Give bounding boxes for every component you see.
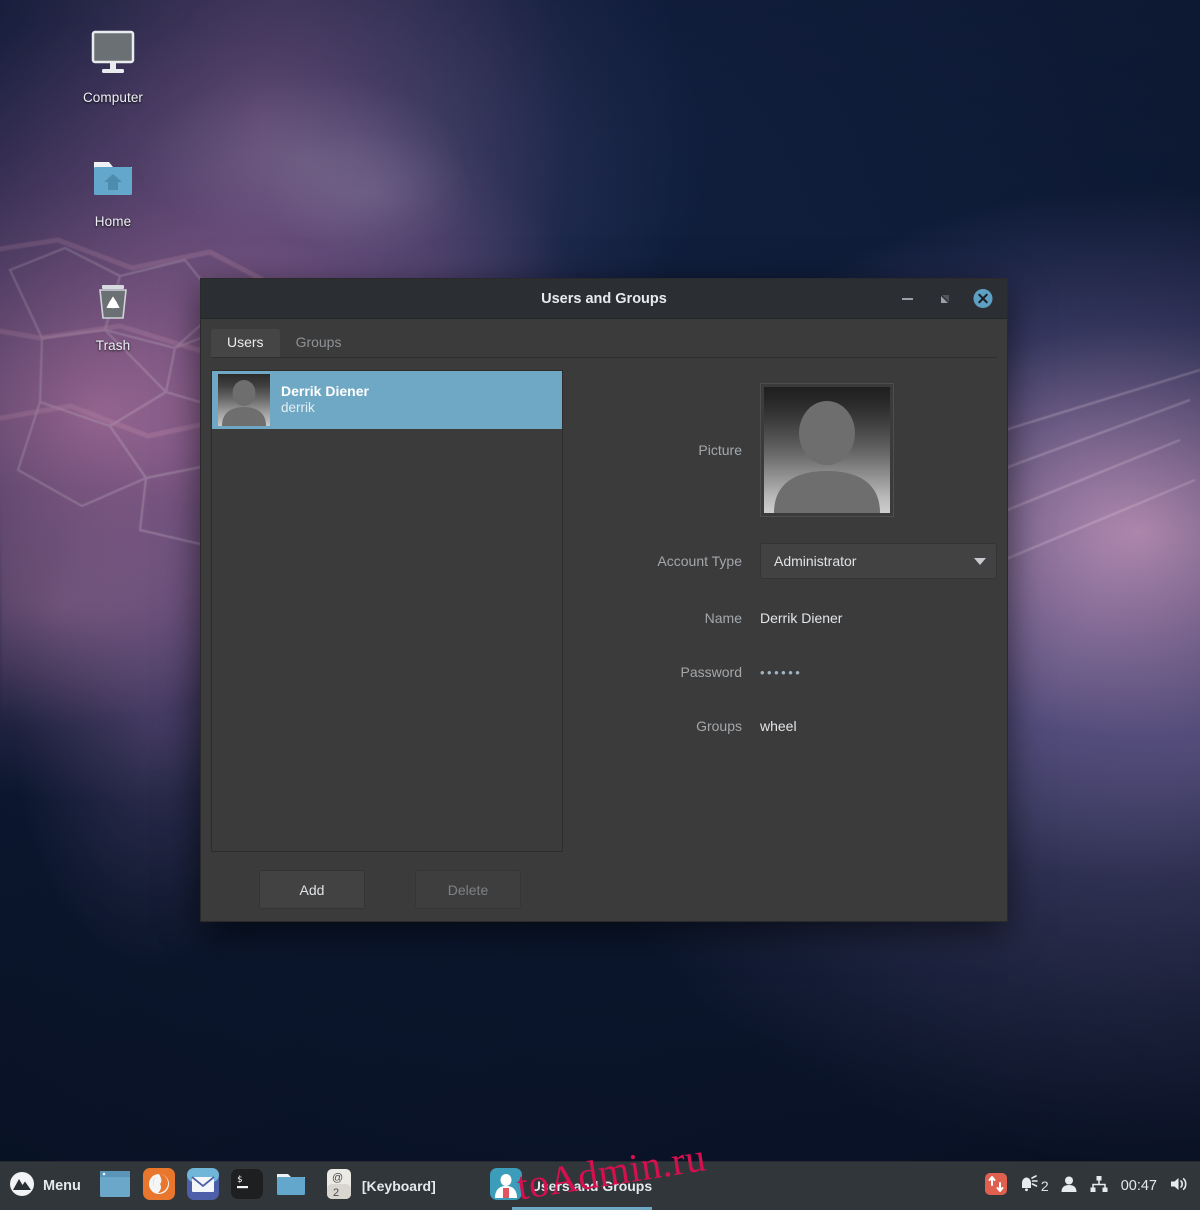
tab-bar: Users Groups [211, 328, 997, 357]
window-controls [897, 289, 1007, 309]
svg-text:@: @ [332, 1172, 343, 1184]
user-avatar-large [764, 387, 890, 513]
user-account-icon [1059, 1174, 1079, 1199]
launcher-firefox[interactable] [137, 1162, 181, 1210]
users-and-groups-icon [490, 1168, 522, 1205]
avatar [218, 374, 270, 426]
groups-value[interactable]: wheel [760, 718, 797, 734]
password-row: Password •••••• [587, 646, 997, 698]
tray-volume[interactable] [1169, 1174, 1189, 1199]
list-action-buttons: Add Delete [211, 852, 563, 911]
monitor-icon [58, 22, 168, 84]
chevron-down-icon [974, 558, 986, 565]
name-value[interactable]: Derrik Diener [760, 610, 842, 626]
desktop-icon-label: Trash [58, 338, 168, 353]
menu-label: Menu [43, 1178, 81, 1194]
delete-button[interactable]: Delete [415, 870, 521, 909]
tray-software-update[interactable] [984, 1172, 1008, 1201]
tab-users[interactable]: Users [211, 329, 280, 357]
desktop-screen: Computer Home Trash [0, 0, 1200, 1210]
user-login-name: derrik [281, 400, 369, 417]
taskbar-panel: Menu [0, 1161, 1200, 1210]
tray-notifications[interactable]: 2 [1018, 1174, 1049, 1199]
window-title: Users and Groups [201, 291, 1007, 307]
picture-row: Picture [587, 370, 997, 530]
tray-network[interactable] [1089, 1174, 1109, 1199]
desktop-icon-computer[interactable]: Computer [58, 22, 168, 105]
users-and-groups-window: Users and Groups U [200, 278, 1008, 922]
keyboard-layout-label: [Keyboard] [362, 1178, 436, 1194]
picture-label: Picture [587, 442, 760, 458]
desktop-icon-trash[interactable]: Trash [58, 270, 168, 353]
mail-icon [187, 1168, 219, 1205]
account-type-value: Administrator [774, 553, 974, 569]
window-body: Users Groups [201, 319, 1007, 921]
svg-text:$: $ [237, 1175, 242, 1185]
user-display-name: Derrik Diener [281, 383, 369, 401]
window-manager-icon [99, 1169, 131, 1204]
system-tray: 2 [984, 1162, 1200, 1210]
launcher-terminal[interactable]: $ [225, 1162, 269, 1210]
launcher-window-manager[interactable] [93, 1162, 137, 1210]
firefox-icon [143, 1168, 175, 1205]
file-manager-icon [275, 1170, 307, 1203]
name-row: Name Derrik Diener [587, 592, 997, 644]
user-detail-form: Picture Account Type [563, 370, 997, 911]
keyboard-layout-icon: @ 2 [325, 1168, 353, 1205]
maximize-icon[interactable] [935, 289, 955, 309]
menu-icon [9, 1171, 35, 1202]
volume-icon [1169, 1174, 1189, 1199]
keyboard-layout-indicator[interactable]: @ 2 [Keyboard] [313, 1162, 448, 1210]
add-button[interactable]: Add [259, 870, 365, 909]
password-label: Password [587, 664, 760, 680]
window-titlebar[interactable]: Users and Groups [201, 279, 1007, 319]
account-type-select[interactable]: Administrator [760, 543, 997, 579]
taskbar-task-users-and-groups[interactable]: Users and Groups [478, 1162, 664, 1210]
terminal-icon: $ [231, 1169, 263, 1204]
minimize-icon[interactable] [897, 289, 917, 309]
notification-count: 2 [1041, 1178, 1049, 1194]
groups-row: Groups wheel [587, 700, 997, 752]
notification-bell-icon [1018, 1174, 1038, 1199]
launcher-mail[interactable] [181, 1162, 225, 1210]
account-type-row: Account Type Administrator [587, 532, 997, 590]
close-icon[interactable] [973, 289, 993, 309]
svg-text:2: 2 [333, 1187, 339, 1199]
desktop-icon-home[interactable]: Home [58, 146, 168, 229]
list-item[interactable]: Derrik Diener derrik [212, 371, 562, 429]
groups-label: Groups [587, 718, 760, 734]
desktop-icon-label: Computer [58, 90, 168, 105]
picture-button[interactable] [760, 383, 894, 517]
name-label: Name [587, 610, 760, 626]
menu-button[interactable]: Menu [0, 1162, 93, 1210]
launcher-file-manager[interactable] [269, 1162, 313, 1210]
desktop-icon-label: Home [58, 214, 168, 229]
trash-icon [58, 270, 168, 332]
password-value[interactable]: •••••• [760, 665, 802, 680]
user-list[interactable]: Derrik Diener derrik [211, 370, 563, 852]
taskbar-task-label: Users and Groups [531, 1178, 652, 1194]
tab-groups[interactable]: Groups [280, 329, 358, 357]
account-type-label: Account Type [587, 553, 760, 569]
tab-content-users: Derrik Diener derrik Add Delete Picture [211, 358, 997, 911]
clock-label: 00:47 [1119, 1178, 1159, 1194]
user-list-column: Derrik Diener derrik Add Delete [211, 370, 563, 911]
list-item-text: Derrik Diener derrik [281, 383, 369, 417]
network-icon [1089, 1174, 1109, 1199]
home-folder-icon [58, 146, 168, 208]
software-update-icon [984, 1172, 1008, 1201]
tray-user-account[interactable] [1059, 1174, 1079, 1199]
tray-clock[interactable]: 00:47 [1119, 1178, 1159, 1194]
